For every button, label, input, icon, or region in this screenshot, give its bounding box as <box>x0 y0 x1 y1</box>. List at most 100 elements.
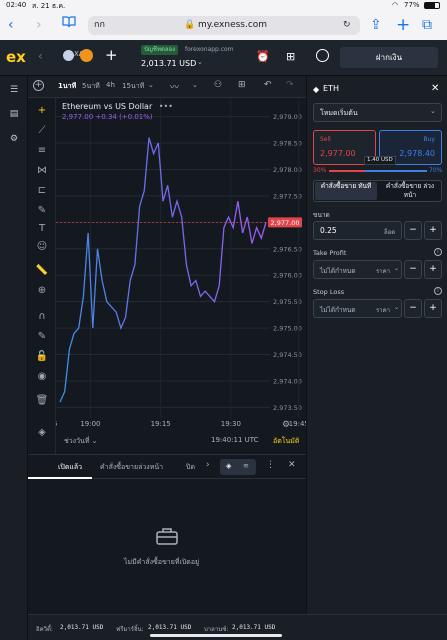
price-change: 2,977.00 +0.34 (+0.01%) <box>62 113 153 121</box>
sl-unit[interactable]: ราคา <box>376 305 390 315</box>
date-range-button[interactable]: ช่วงวันที่ ⌄ <box>64 436 98 447</box>
indicators-icon[interactable]: ⚇ <box>214 80 222 90</box>
date-range-label: ช่วงวันที่ <box>64 437 90 445</box>
reload-icon[interactable]: ↻ <box>343 16 351 35</box>
equity-value: 2,013.71 USD <box>60 624 104 631</box>
tab-closed[interactable]: ปิด <box>186 462 195 473</box>
stack-icon[interactable]: ≋ <box>243 462 249 470</box>
layers-icon[interactable]: ◈ <box>226 462 231 470</box>
timeframe-chevron-icon[interactable]: ⌄ <box>148 81 154 89</box>
url-bar[interactable]: กก 🔒 my.exness.com ↻ <box>88 16 360 35</box>
x-tick-label: 45 <box>56 420 57 428</box>
empty-state-text: ไม่มีคำสั่งซื้อขายที่เปิดอยู่ <box>124 558 200 566</box>
timeframe-1m[interactable]: 1นาที <box>58 81 76 92</box>
tab-pending-order[interactable]: คำสั่งซื้อขาย ล่วงหน้า <box>380 182 440 200</box>
eth-icon: ◆ <box>313 85 320 94</box>
chart-svg[interactable]: 2,979.00 2,978.50 2,978.00 2,977.50 2,977.00… <box>49 98 309 454</box>
new-tab-icon[interactable]: + <box>396 16 410 34</box>
undo-icon[interactable]: ↶ <box>264 80 272 90</box>
redo-icon[interactable]: ↷ <box>286 80 294 90</box>
symbol-title: Ethereum vs US Dollar <box>62 102 153 111</box>
volume-input[interactable]: 0.25 ล็อต <box>313 221 402 240</box>
lock-icon[interactable]: 🔓 <box>35 350 49 364</box>
timeframe-5m[interactable]: 5นาที <box>82 81 100 92</box>
alarm-icon[interactable]: ⏰ <box>256 50 270 63</box>
text-tool-icon[interactable]: T <box>35 222 49 236</box>
drawing-toolbar: + ⟋ ≡ ⋈ ⊏ ✎ T ☺ 📏 ⊕ ∩ ✎ 🔓 ◉ 🗑 ◈ <box>28 98 56 454</box>
trash-icon[interactable]: 🗑 <box>35 394 49 408</box>
tab-open[interactable]: เปิดแล้ว <box>58 462 82 473</box>
tp-decrease-button[interactable]: − <box>404 260 422 279</box>
share-icon[interactable]: ⇪ <box>370 16 382 34</box>
x-tick-label: 19:15 <box>151 420 171 428</box>
sentiment-bar-sell <box>329 170 365 172</box>
timeframe-4h[interactable]: 4h <box>106 81 115 89</box>
brush-icon[interactable]: ✎ <box>35 204 49 218</box>
tp-input[interactable]: ไม่ได้กำหนด ราคา ⌄ <box>313 260 402 279</box>
account-type-badge: บัญชีทดลอง <box>141 45 179 55</box>
profile-icon[interactable] <box>316 49 329 62</box>
pattern-icon[interactable]: ⋈ <box>35 164 49 178</box>
sentiment-bar-buy <box>365 170 427 172</box>
exness-logo[interactable]: ex <box>6 48 26 66</box>
back-icon[interactable]: ‹ <box>8 16 14 34</box>
app-header: ex ‹ XA + บัญชีทดลอง forexonapp.com 2,01… <box>0 40 447 76</box>
price-chart[interactable]: 2,979.00 2,978.50 2,978.00 2,977.50 2,977.00… <box>49 98 309 454</box>
chart-settings-icon[interactable]: ⚙ <box>282 420 290 430</box>
bookmarks-icon[interactable] <box>62 16 76 34</box>
magnet-icon[interactable]: ∩ <box>35 310 49 324</box>
projection-icon[interactable]: ⊏ <box>35 184 49 198</box>
deposit-button[interactable]: ฝากเงิน <box>340 47 438 68</box>
timeframe-15m[interactable]: 15นาที <box>122 81 144 92</box>
tab-market-order[interactable]: คำสั่งซื้อขาย ทันที <box>315 182 377 200</box>
equity-label: อิควิตี้: <box>36 626 53 633</box>
zoom-icon[interactable]: ⊕ <box>35 284 49 298</box>
close-panel-icon[interactable]: ✕ <box>288 460 296 470</box>
eye-icon[interactable]: ◉ <box>35 370 49 384</box>
close-icon[interactable]: ✕ <box>431 83 439 94</box>
briefcase-icon[interactable]: ▤ <box>7 109 21 119</box>
tp-info-icon[interactable]: i <box>434 248 442 256</box>
tabs-icon[interactable]: ⧉ <box>422 16 432 34</box>
crosshair-icon[interactable]: + <box>35 104 49 118</box>
layout-icon[interactable]: ⊞ <box>238 80 246 90</box>
forward-icon[interactable]: › <box>36 16 42 34</box>
free-margin-value: 2,013.71 USD <box>148 624 192 631</box>
chevron-left-icon[interactable]: ‹ <box>38 49 43 63</box>
chevron-down-icon[interactable]: ⌄ <box>197 58 203 66</box>
layers-icon[interactable]: ◈ <box>35 426 49 440</box>
emoji-icon[interactable]: ☺ <box>35 240 49 254</box>
more-vertical-icon[interactable]: ⋮ <box>266 460 275 470</box>
add-instrument-icon[interactable]: + <box>105 46 118 64</box>
menu-icon[interactable]: ☰ <box>7 85 21 95</box>
grid-icon[interactable]: ⊞ <box>286 50 295 63</box>
sl-increase-button[interactable]: + <box>424 299 442 318</box>
x-tick-label: 19:30 <box>221 420 241 428</box>
auto-scale-button[interactable]: อัตโนมัติ <box>273 436 299 447</box>
sl-input[interactable]: ไม่ได้กำหนด ราคา ⌄ <box>313 299 402 318</box>
chart-type-chevron-icon[interactable]: ⌄ <box>192 81 198 89</box>
more-icon[interactable]: ••• <box>159 102 173 111</box>
add-indicator-icon[interactable]: + <box>33 80 44 91</box>
chevron-down-icon: ⌄ <box>394 265 400 272</box>
chevron-right-icon[interactable]: › <box>206 460 210 470</box>
tp-unit[interactable]: ราคา <box>376 266 390 276</box>
trend-line-icon[interactable]: ⟋ <box>35 124 49 138</box>
fib-icon[interactable]: ≡ <box>35 144 49 158</box>
bitcoin-icon[interactable] <box>80 49 93 62</box>
volume-decrease-button[interactable]: − <box>404 221 422 240</box>
mode-select[interactable]: โหมดเริ่มต้น ⌄ <box>313 103 442 122</box>
tp-increase-button[interactable]: + <box>424 260 442 279</box>
y-tick-label: 2,976.50 <box>273 245 302 253</box>
ruler-icon[interactable]: 📏 <box>35 264 49 278</box>
chart-type-icon[interactable]: 〰 <box>170 80 179 93</box>
tab-pending[interactable]: คำสั่งซื้อขายล่วงหน้า <box>100 462 163 473</box>
account-balance[interactable]: 2,013.71 USD <box>141 58 196 69</box>
sl-info-icon[interactable]: i <box>434 287 442 295</box>
volume-increase-button[interactable]: + <box>424 221 442 240</box>
buy-label: Buy <box>423 136 435 143</box>
lock-drawing-icon[interactable]: ✎ <box>35 330 49 344</box>
sl-decrease-button[interactable]: − <box>404 299 422 318</box>
volume-value: 0.25 <box>320 226 337 235</box>
settings-icon[interactable]: ⚙ <box>7 134 21 144</box>
